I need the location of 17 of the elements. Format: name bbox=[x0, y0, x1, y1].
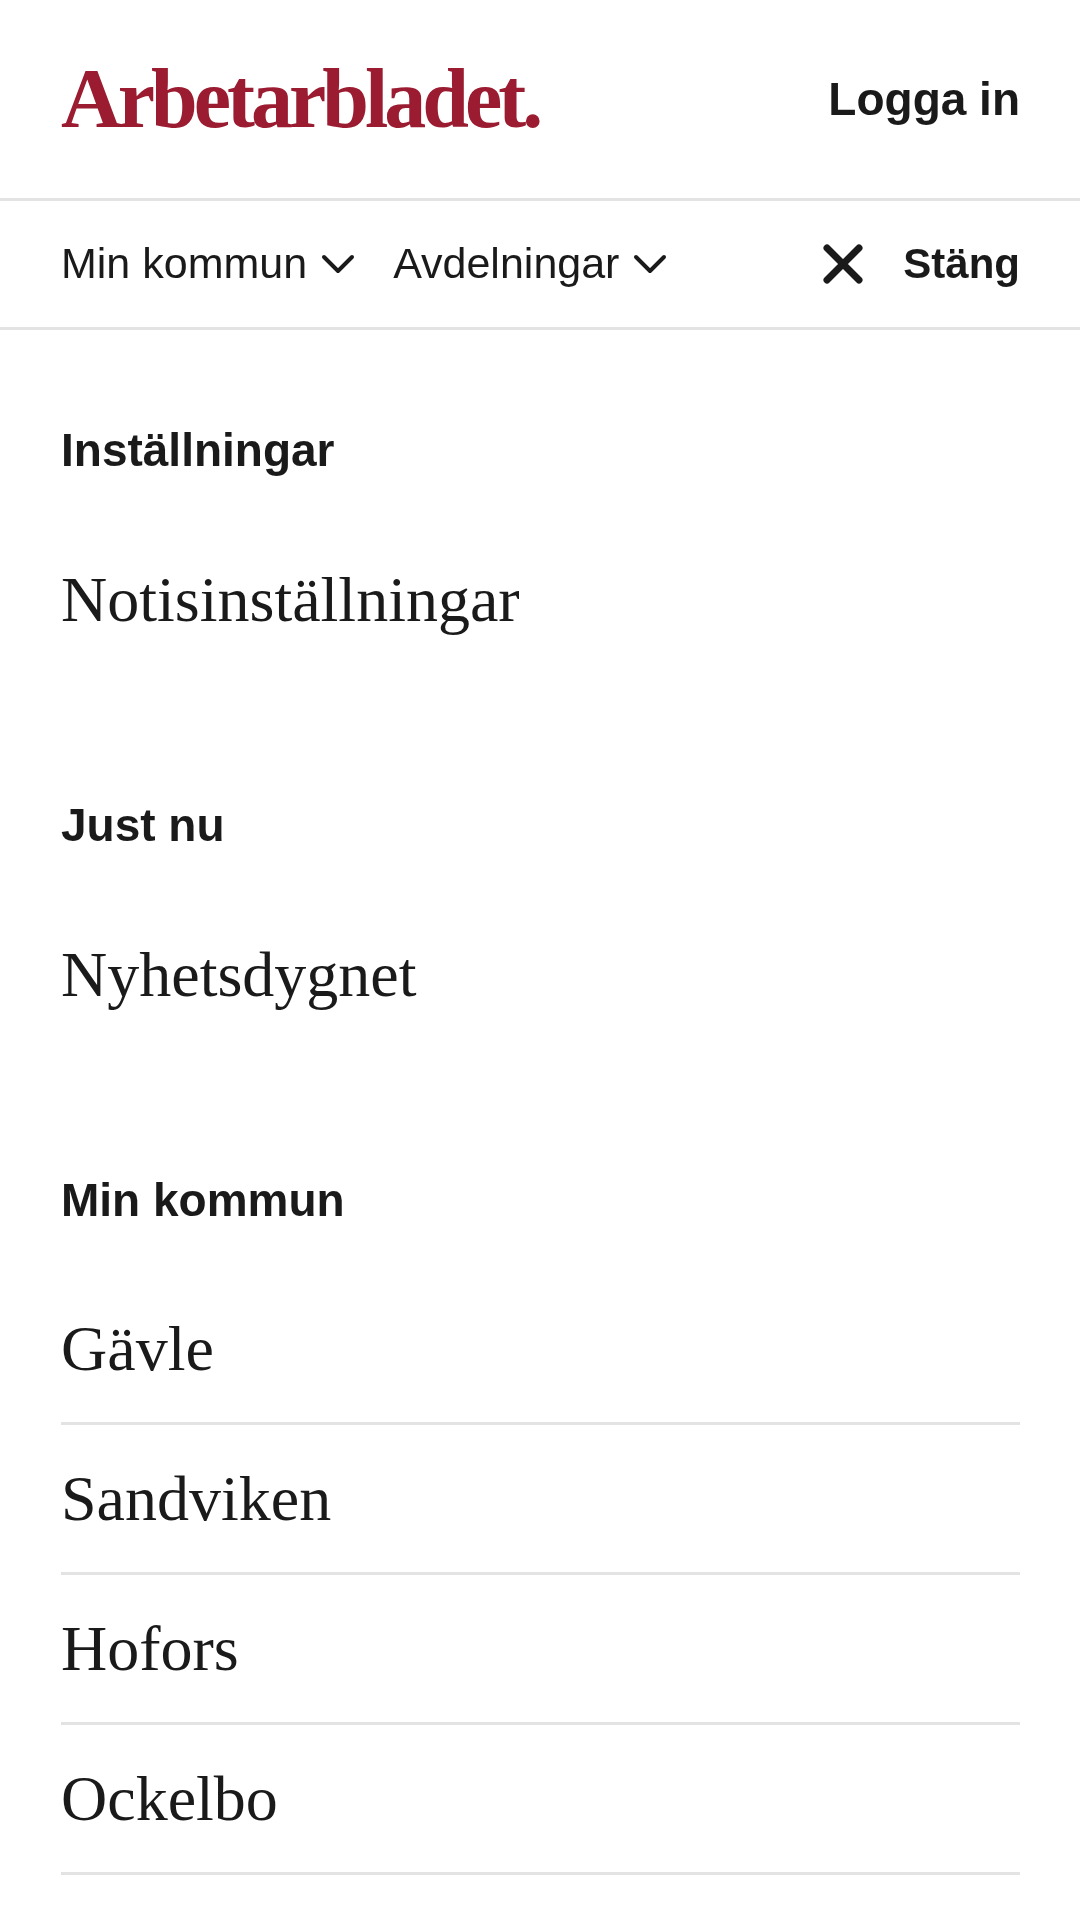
chevron-down-icon bbox=[321, 254, 356, 274]
chevron-down-icon bbox=[633, 254, 668, 274]
close-icon bbox=[823, 244, 864, 284]
section-heading: Min kommun bbox=[61, 1173, 345, 1227]
menu-link[interactable]: Hofors bbox=[61, 1611, 239, 1686]
login-button[interactable]: Logga in bbox=[828, 73, 1020, 125]
menu-link[interactable]: Nyhetsdygnet bbox=[61, 938, 417, 1012]
section-heading: Inställningar bbox=[61, 423, 335, 477]
dropdown-button[interactable]: Avdelningar bbox=[393, 239, 668, 289]
logo[interactable]: Arbetarbladet. bbox=[61, 57, 540, 141]
close-button[interactable]: Stäng bbox=[823, 239, 1020, 289]
dropdown-button[interactable]: Min kommun bbox=[61, 239, 356, 289]
menu-link[interactable]: Ockelbo bbox=[61, 1761, 278, 1836]
menu-link[interactable]: Gävle bbox=[61, 1311, 214, 1386]
menu-link[interactable]: Sandviken bbox=[61, 1461, 332, 1536]
menu-link[interactable]: Notisinställningar bbox=[61, 563, 520, 637]
section-heading: Just nu bbox=[61, 798, 225, 852]
